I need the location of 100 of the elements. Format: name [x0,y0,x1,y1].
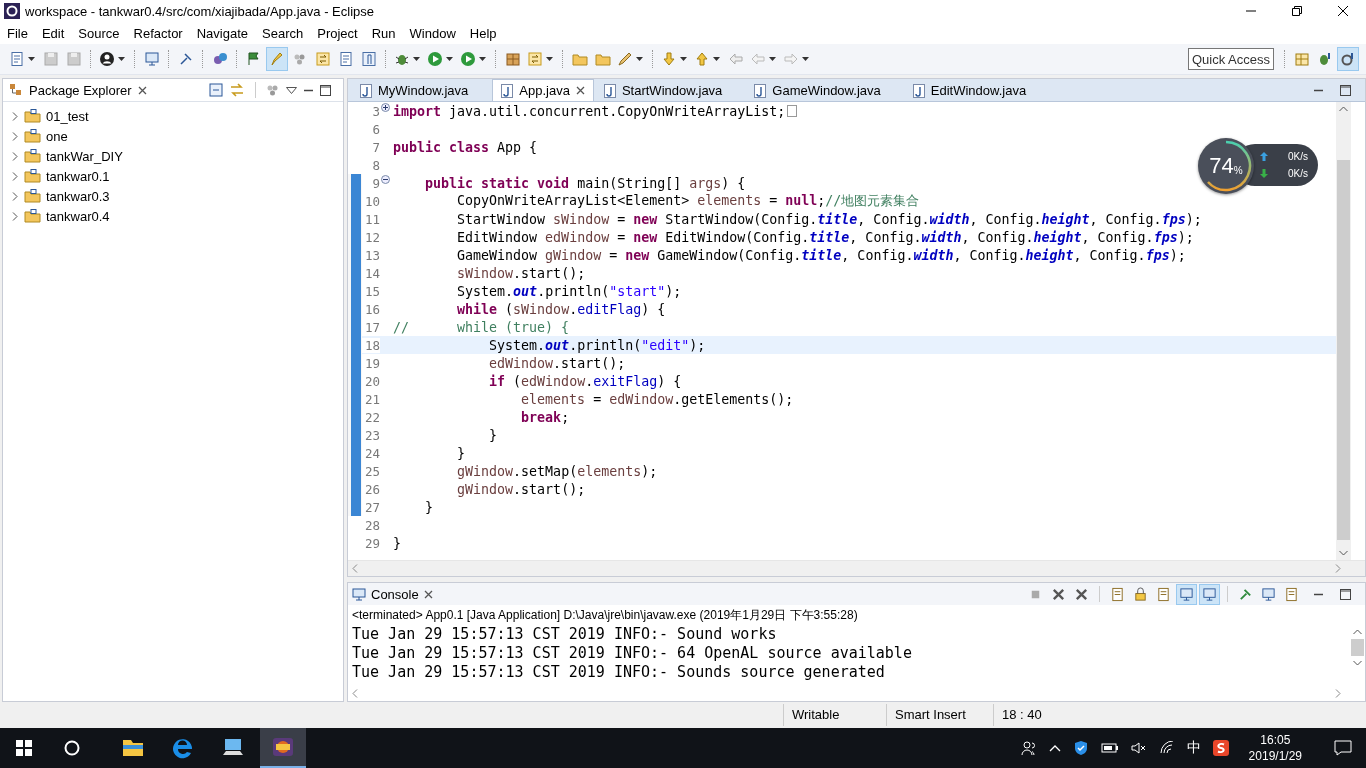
tree-item[interactable]: tankwar0.4 [46,208,110,224]
maximize-icon[interactable] [1340,588,1351,600]
code-line: elements = edWindow.getElements(); [520,391,794,407]
eclipse-icon [4,3,20,19]
search-icon[interactable] [64,740,80,756]
menu-item[interactable]: Navigate [196,25,248,41]
code-line: gWindow.start(); [456,481,586,497]
view-title[interactable]: Package Explorer [29,82,132,98]
collapsed-chevron-icon[interactable] [11,111,19,121]
collapsed-chevron-icon[interactable] [11,151,19,161]
wifi-icon[interactable] [1158,741,1175,755]
caret-icon[interactable] [636,57,643,61]
close-icon[interactable] [137,85,147,95]
console-line: Tue Jan 29 15:57:13 CST 2019 INFO:- Sound works [352,625,778,644]
caret-icon[interactable] [413,57,420,61]
status-field: 18 : 40 [993,704,1060,726]
menu-item[interactable]: Refactor [133,25,183,41]
restore-icon[interactable] [1291,5,1303,17]
menu-item[interactable]: Search [262,25,304,41]
caret-icon[interactable] [546,57,553,61]
dots-icon[interactable] [266,83,280,97]
scroll-down-icon[interactable] [1353,660,1362,666]
code-line: import java.util.concurrent.CopyOnWriteArrayList; [393,103,786,119]
editor-tab[interactable]: App.java [492,79,594,101]
input-method-indicator[interactable]: 中 [1186,739,1201,757]
collapsed-chevron-icon[interactable] [11,131,19,141]
quick-access-field[interactable]: Quick Access [1188,48,1274,70]
tree-item[interactable]: tankwar0.3 [46,188,110,204]
project-folder-icon [24,169,41,183]
caret-icon[interactable] [118,57,125,61]
editor-tab[interactable]: EditWindow.java [904,80,1049,101]
muted-speaker-icon[interactable] [1130,741,1147,755]
console-line: Tue Jan 29 15:57:13 CST 2019 INFO:- Sounds source generated [352,663,886,682]
collapsed-chevron-icon[interactable] [11,211,19,221]
person-icon[interactable] [99,51,115,67]
battery-icon[interactable] [1100,742,1119,754]
page-icon[interactable] [9,51,25,67]
close-icon[interactable] [575,86,585,95]
close-icon[interactable] [423,589,433,599]
link-icon[interactable] [229,83,245,97]
menu-item[interactable]: Edit [41,25,65,41]
scroll-up-icon[interactable] [1353,629,1362,635]
caret-icon[interactable] [680,57,687,61]
chevron-up-icon[interactable] [1048,744,1061,752]
menu-item[interactable]: Source [78,25,120,41]
menu-item[interactable]: Window [409,25,456,41]
menu-item[interactable]: Help [469,25,497,41]
brush-icon[interactable] [267,48,287,70]
editor-tab[interactable]: StartWindow.java [595,80,745,101]
close-icon[interactable] [1337,5,1349,17]
shield-icon[interactable] [1072,740,1089,756]
maximize-icon[interactable] [1340,84,1351,96]
start-icon[interactable] [16,740,32,756]
scrollbar[interactable] [1336,102,1351,560]
folded-code-marker[interactable] [787,105,798,117]
project-folder-icon [24,149,41,163]
scroll-thumb[interactable] [1351,639,1364,656]
play-icon[interactable] [460,51,476,67]
scroll-thumb[interactable] [1337,160,1350,540]
maximize-icon[interactable] [320,84,331,96]
collapsed-chevron-icon[interactable] [11,171,19,181]
project-folder-icon [24,109,41,123]
tree-item[interactable]: tankWar_DIY [46,148,123,164]
menu-item[interactable]: File [7,25,28,41]
caret-icon[interactable] [479,57,486,61]
editor-tab[interactable]: GameWindow.java [746,80,903,101]
code-line: System.out.println("edit"); [488,337,706,353]
code-line: gWindow.setMap(elements); [456,463,658,479]
collapse-icon[interactable] [209,83,223,97]
view-menu-icon[interactable] [286,86,297,94]
code-line: edWindow.start(); [488,355,626,371]
screen-icon[interactable] [1177,584,1196,604]
notification-icon[interactable] [1334,740,1352,756]
game-icon[interactable] [260,728,306,768]
code-line: if (edWindow.exitFlag) { [488,373,682,389]
tree-item[interactable]: tankwar0.1 [46,168,110,184]
tree-item[interactable]: 01_test [46,108,89,124]
upload-arrow-icon [1260,152,1268,161]
code-line: break; [520,409,570,425]
usage-percent: 74 [1209,153,1234,179]
console-tab[interactable]: Console [352,586,433,602]
pen-icon[interactable] [617,51,633,67]
caret-icon[interactable] [446,57,453,61]
play-icon[interactable] [427,51,443,67]
collapsed-chevron-icon[interactable] [11,191,19,201]
caret-icon[interactable] [28,57,35,61]
screen-icon[interactable] [1200,584,1219,604]
menu-item[interactable]: Run [371,25,396,41]
caret-icon[interactable] [769,57,776,61]
sogou-icon[interactable] [1212,740,1229,756]
tree-item[interactable]: one [46,128,68,144]
download-speed: 0K/s [1288,168,1308,179]
collapse-fold-icon[interactable] [381,175,390,184]
menu-item[interactable]: Project [317,25,358,41]
people-icon[interactable] [1020,740,1037,756]
editor-tab[interactable]: MyWindow.java [352,80,491,101]
expand-fold-icon[interactable] [381,103,390,112]
caret-icon[interactable] [713,57,720,61]
caret-icon[interactable] [802,57,809,61]
clock[interactable]: 16:05 2019/1/29 [1248,732,1302,764]
